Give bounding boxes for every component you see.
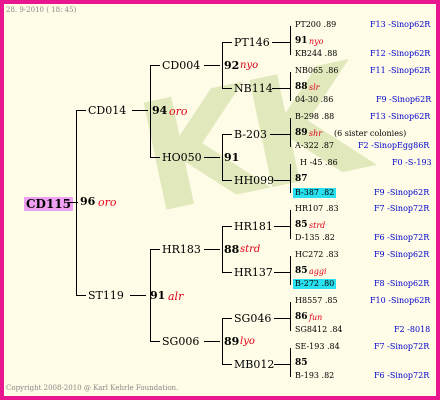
parent-sire-color: oro <box>169 105 188 118</box>
parent-dam[interactable]: ST119 <box>88 290 124 301</box>
ggp-5-rating: 85 <box>295 220 308 230</box>
root-rating: 96 <box>80 195 96 208</box>
gen4-code-13: F10 -Sinop62R <box>370 296 431 305</box>
gen4-row-12-highlight[interactable]: B-272 .80 <box>293 279 337 289</box>
ggp-7-color: fun <box>309 313 323 322</box>
ggp-5-color: strd <box>309 221 326 230</box>
gen4-code-3: F11 -Sinop62R <box>370 66 431 75</box>
gen4-code-14: F2 -8018 <box>394 325 431 334</box>
gen4-row-1[interactable]: PT200 .89 <box>295 21 336 29</box>
ggp-1-color: nyo <box>309 37 324 46</box>
ggp-6-rating: 85 <box>295 266 308 276</box>
gen4-row-15[interactable]: SE-193 .84 <box>295 343 340 351</box>
gen4-row-5[interactable]: B-298 .88 <box>295 113 334 121</box>
gen4-row-13[interactable]: H8557 .85 <box>295 297 338 305</box>
ggp-2[interactable]: NB114 <box>234 83 273 94</box>
grandparent-3-color: strd <box>240 244 261 255</box>
copyright-footer: Copyright 2008-2010 @ Karl Kehrle Founda… <box>6 384 179 392</box>
ggp-3-rating: 89 <box>295 128 308 138</box>
gen4-code-11: F9 -Sinop62R <box>374 250 430 259</box>
ggp-4[interactable]: HH099 <box>234 175 274 186</box>
gen4-row-4[interactable]: 04-30 .86 <box>295 96 333 104</box>
root-node[interactable]: CD115 <box>24 195 74 211</box>
ggp-5[interactable]: HR181 <box>234 221 273 232</box>
parent-sire-rating: 94 <box>152 104 168 117</box>
gen4-code-15: F7 -Sinop72R <box>374 342 430 351</box>
timestamp: 28. 9-2010 ( 18: 45) <box>6 6 77 14</box>
ggp-8-rating: 85 <box>295 358 308 368</box>
grandparent-1-rating: 92 <box>224 59 240 72</box>
gen4-code-9: F7 -Sinop72R <box>374 204 430 213</box>
gen4-row-10[interactable]: D-135 .82 <box>295 234 335 242</box>
ggp-2-rating: 88 <box>295 82 308 92</box>
gen4-code-12: F8 -Sinop62R <box>374 279 430 288</box>
grandparent-1[interactable]: CD004 <box>162 60 200 71</box>
gen4-code-8: F9 -Sinop62R <box>374 188 430 197</box>
ggp-2-color: slr <box>309 83 320 92</box>
gen4-row-6[interactable]: A-322 .87 <box>295 142 334 150</box>
grandparent-2[interactable]: HO050 <box>162 152 202 163</box>
ggp-4-rating: 87 <box>295 174 308 184</box>
gen4-code-4: F9 -Sinop62R <box>376 95 432 104</box>
gen4-code-10: F6 -Sinop72R <box>374 233 430 242</box>
grandparent-2-rating: 91 <box>224 151 240 164</box>
ggp-1[interactable]: PT146 <box>234 37 270 48</box>
gen4-code-6: F2 -SinopEgg86R <box>358 141 430 150</box>
grandparent-4[interactable]: SG006 <box>162 336 199 347</box>
gen4-code-7: F0 -S-193 <box>392 158 432 167</box>
ggp-8[interactable]: MB012 <box>234 359 274 370</box>
ggp-7[interactable]: SG046 <box>234 313 271 324</box>
parent-dam-rating: 91 <box>150 289 166 302</box>
ggp-1-rating: 91 <box>295 36 308 46</box>
gen4-row-2[interactable]: KB244 .88 <box>295 50 337 58</box>
gen4-row-16[interactable]: B-193 .82 <box>295 372 334 380</box>
gen4-row-7[interactable]: H -45 .86 <box>300 159 338 167</box>
grandparent-4-rating: 89 <box>224 335 240 348</box>
ggp-3[interactable]: B-203 <box>234 129 267 140</box>
gen4-code-16: F6 -Sinop72R <box>374 371 430 380</box>
gen4-row-14[interactable]: SG8412 .84 <box>295 326 343 334</box>
gen4-code-1: F13 -Sinop62R <box>370 20 431 29</box>
grandparent-4-color: lyo <box>240 336 255 347</box>
grandparent-1-color: nyo <box>240 60 259 71</box>
ggp-6[interactable]: HR137 <box>234 267 273 278</box>
gen4-code-5: F13 -Sinop62R <box>370 112 431 121</box>
ggp-3-color: shr <box>309 129 323 138</box>
ggp-7-rating: 86 <box>295 312 308 322</box>
gen4-row-9[interactable]: HR107 .83 <box>295 205 339 213</box>
pedigree-chart: { "header": {"date": "28. 9-2010 ( 18: 4… <box>0 0 440 400</box>
gen4-code-2: F12 -Sinop62R <box>370 49 431 58</box>
sister-colonies-note: (6 sister colonies) <box>334 129 407 138</box>
grandparent-3[interactable]: HR183 <box>162 244 201 255</box>
gen4-row-3[interactable]: NB065 .86 <box>295 67 338 75</box>
gen4-row-11[interactable]: HC272 .83 <box>295 251 339 259</box>
parent-sire[interactable]: CD014 <box>88 105 126 116</box>
root-color: oro <box>98 196 117 209</box>
ggp-6-color: aggi <box>309 267 327 276</box>
gen4-row-8-highlight[interactable]: B-387 .82 <box>293 188 337 198</box>
parent-dam-color: alr <box>168 290 184 303</box>
grandparent-3-rating: 88 <box>224 243 240 256</box>
root-name[interactable]: CD115 <box>24 197 74 211</box>
